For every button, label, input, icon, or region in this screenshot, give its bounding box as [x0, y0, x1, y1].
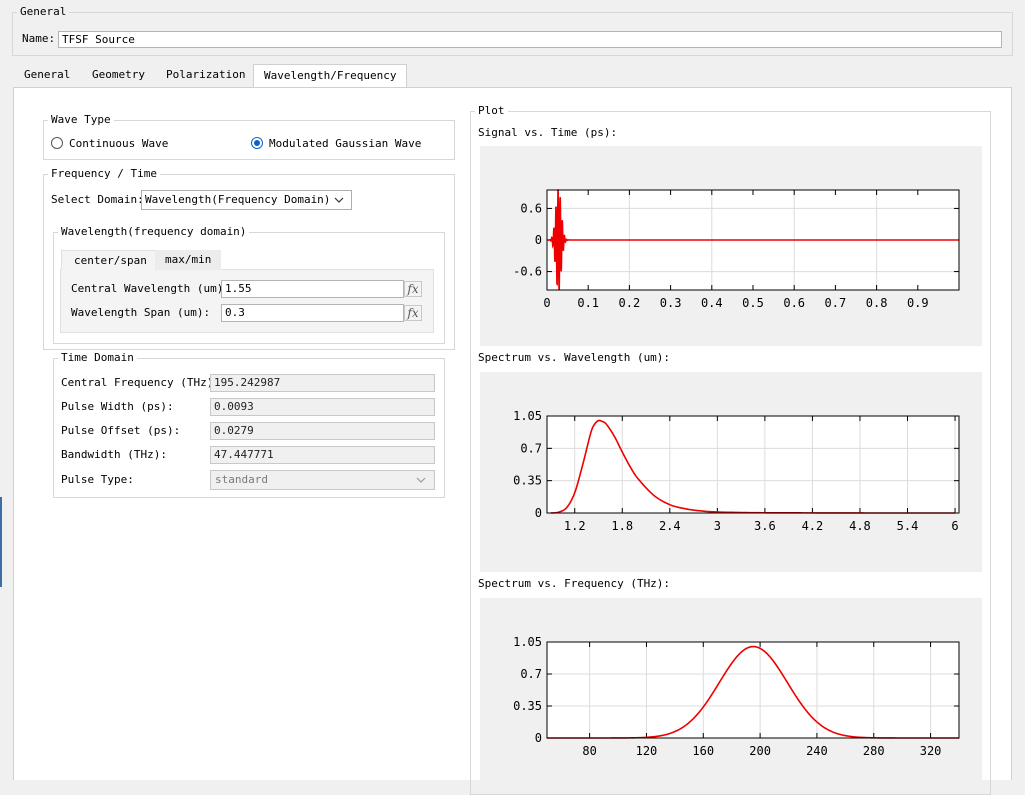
y-tick-label: 0.35 — [513, 474, 542, 488]
bandwidth-value: 47.447771 — [210, 446, 435, 464]
wave-type-legend: Wave Type — [51, 113, 111, 126]
x-tick-label: 0.6 — [783, 296, 805, 310]
chevron-down-icon — [334, 197, 344, 203]
y-tick-label: 0 — [535, 506, 542, 520]
x-tick-label: 0.9 — [907, 296, 929, 310]
pulse-type-value: standard — [215, 473, 268, 486]
select-domain-value: Wavelength(Frequency Domain) — [145, 193, 331, 206]
select-domain-label: Select Domain: — [51, 193, 144, 206]
y-tick-label: 0.7 — [520, 441, 542, 455]
x-tick-label: 6 — [951, 519, 958, 533]
modulated-gaussian-radio[interactable] — [251, 137, 263, 149]
x-tick-label: 3.6 — [754, 519, 776, 533]
x-tick-label: 200 — [749, 744, 771, 758]
tab-wavelength-frequency[interactable]: Wavelength/Frequency — [253, 64, 408, 88]
x-tick-label: 80 — [582, 744, 596, 758]
subtab-max-min[interactable]: max/min — [155, 250, 222, 270]
x-tick-label: 5.4 — [897, 519, 919, 533]
x-tick-label: 0.5 — [742, 296, 764, 310]
x-tick-label: 320 — [920, 744, 942, 758]
x-tick-label: 2.4 — [659, 519, 681, 533]
select-domain-dropdown[interactable]: Wavelength(Frequency Domain) — [141, 190, 352, 210]
pulse-offset-value: 0.0279 — [210, 422, 435, 440]
central-frequency-label: Central Frequency (THz): — [61, 376, 220, 389]
y-tick-label: 0 — [535, 731, 542, 745]
x-tick-label: 1.2 — [564, 519, 586, 533]
window-edge — [0, 497, 2, 587]
pulse-width-value: 0.0093 — [210, 398, 435, 416]
plot-frame — [547, 642, 959, 738]
time-domain-legend: Time Domain — [61, 351, 134, 364]
central-wavelength-label: Central Wavelength (um): — [71, 282, 230, 295]
y-tick-label: 0 — [535, 233, 542, 247]
plot-title-spectrum-wavelength: Spectrum vs. Wavelength (um): — [478, 351, 671, 364]
subtab-center-span[interactable]: center/span — [61, 250, 160, 270]
tab-geometry[interactable]: Geometry — [82, 65, 155, 85]
spectrum-frequency-chart: 80 120 160 200 240 280 320 1.05 0.7 0.35 0 — [513, 635, 960, 758]
plot-frame — [547, 416, 959, 513]
x-tick-label: 0.2 — [619, 296, 641, 310]
pulse-type-dropdown[interactable]: standard — [210, 470, 435, 490]
x-tick-label: 0.7 — [825, 296, 847, 310]
fx-icon[interactable]: fx — [404, 305, 422, 321]
chevron-down-icon — [416, 477, 426, 483]
x-tick-label: 0.8 — [866, 296, 888, 310]
y-tick-label: 0.6 — [520, 201, 542, 215]
bandwidth-label: Bandwidth (THz): — [61, 448, 167, 461]
plot-legend: Plot — [478, 104, 505, 117]
pulse-type-label: Pulse Type: — [61, 473, 134, 486]
x-tick-label: 0.4 — [701, 296, 723, 310]
x-tick-label: 240 — [806, 744, 828, 758]
wavelength-span-label: Wavelength Span (um): — [71, 306, 211, 319]
x-tick-label: 4.2 — [802, 519, 824, 533]
x-tick-label: 4.8 — [849, 519, 871, 533]
tab-polarization[interactable]: Polarization — [156, 65, 255, 85]
wavelength-domain-legend: Wavelength(frequency domain) — [61, 225, 247, 238]
y-tick-label: -0.6 — [513, 265, 542, 279]
continuous-wave-radio[interactable] — [51, 137, 63, 149]
name-label: Name: — [22, 32, 56, 45]
subtab-content — [60, 269, 434, 333]
x-tick-label: 120 — [636, 744, 658, 758]
signal-time-chart: 0 0.1 0.2 0.3 0.4 0.5 0.6 0.7 0.8 0.9 0.6 0 -0.6 — [513, 189, 960, 310]
x-tick-label: 0.1 — [577, 296, 599, 310]
general-legend: General — [20, 5, 67, 18]
x-tick-label: 1.8 — [611, 519, 633, 533]
x-tick-label: 0 — [543, 296, 550, 310]
central-frequency-value: 195.242987 — [210, 374, 435, 392]
wavelength-span-input[interactable]: 0.3 — [221, 304, 404, 322]
pulse-width-label: Pulse Width (ps): — [61, 400, 174, 413]
x-tick-label: 3 — [714, 519, 721, 533]
x-tick-label: 0.3 — [660, 296, 682, 310]
fx-icon[interactable]: fx — [404, 281, 422, 297]
y-tick-label: 0.35 — [513, 699, 542, 713]
plot-title-spectrum-frequency: Spectrum vs. Frequency (THz): — [478, 577, 671, 590]
x-tick-label: 280 — [863, 744, 885, 758]
spectrum-wavelength-chart: 1.2 1.8 2.4 3 3.6 4.2 4.8 5.4 6 1.05 0.7 0.35 0 — [513, 409, 960, 533]
x-tick-label: 160 — [692, 744, 714, 758]
y-tick-label: 1.05 — [513, 635, 542, 649]
modulated-gaussian-label[interactable]: Modulated Gaussian Wave — [269, 137, 421, 151]
central-wavelength-input[interactable]: 1.55 — [221, 280, 404, 298]
plot-title-signal-time: Signal vs. Time (ps): — [478, 126, 618, 139]
y-tick-label: 0.7 — [520, 667, 542, 681]
name-input[interactable]: TFSF Source — [58, 31, 1002, 48]
y-tick-label: 1.05 — [513, 409, 542, 423]
tab-general[interactable]: General — [14, 65, 80, 85]
frequency-time-legend: Frequency / Time — [51, 167, 157, 180]
pulse-offset-label: Pulse Offset (ps): — [61, 424, 181, 437]
continuous-wave-label[interactable]: Continuous Wave — [69, 137, 168, 151]
